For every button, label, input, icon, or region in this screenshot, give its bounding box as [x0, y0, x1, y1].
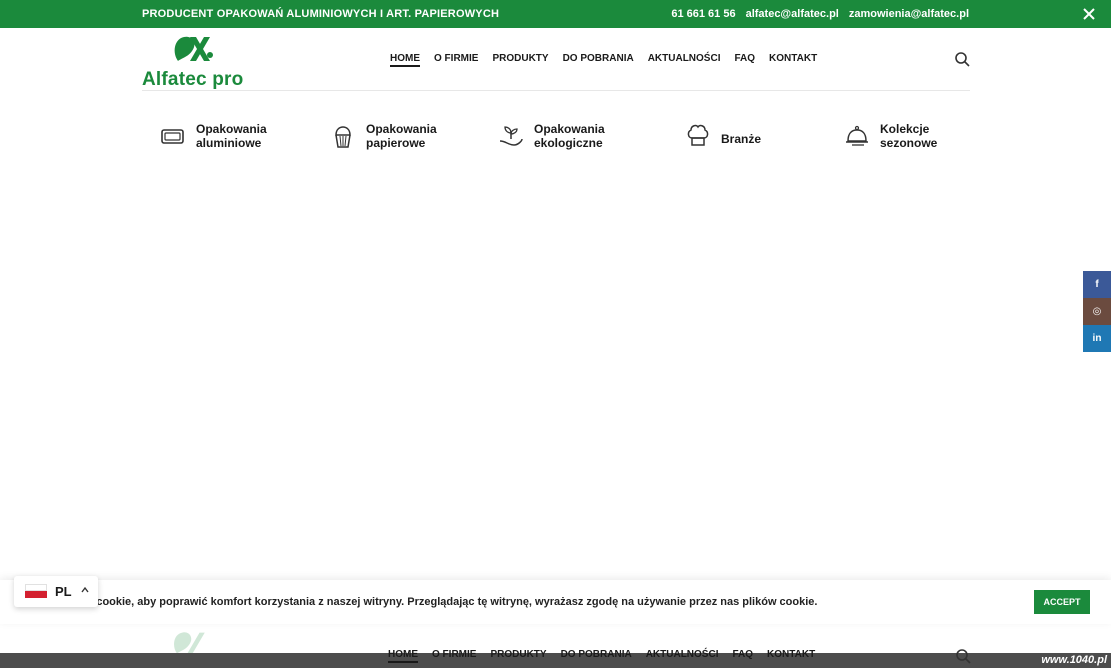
cloche-icon: [844, 123, 870, 149]
accept-button[interactable]: ACCEPT: [1034, 590, 1090, 614]
language-switcher[interactable]: PL: [14, 576, 98, 607]
nav-faq[interactable]: FAQ: [734, 53, 755, 64]
category-papierowe[interactable]: Opakowania papierowe: [330, 122, 437, 150]
nav-home[interactable]: HOME: [390, 53, 420, 64]
cookie-bar: ów cookie, aby poprawić komfort korzysta…: [0, 580, 1111, 624]
nav-do-pobrania[interactable]: DO POBRANIA: [563, 53, 634, 64]
category-label: Opakowania ekologiczne: [534, 122, 605, 150]
facebook-icon[interactable]: f: [1083, 271, 1111, 298]
nav-o-firmie[interactable]: O FIRMIE: [434, 53, 478, 64]
email-link[interactable]: alfatec@alfatec.pl: [746, 8, 839, 20]
linkedin-icon[interactable]: in: [1083, 325, 1111, 352]
top-bar-tagline: PRODUCENT OPAKOWAŃ ALUMINIOWYCH I ART. P…: [142, 8, 500, 20]
top-bar: PRODUCENT OPAKOWAŃ ALUMINIOWYCH I ART. P…: [0, 0, 1111, 28]
category-label: Opakowania aluminiowe: [196, 122, 267, 150]
nav-aktualnosci[interactable]: AKTUALNOŚCI: [646, 649, 719, 660]
plant-hand-icon: [498, 123, 524, 149]
sticky-nav: HOME O FIRMIE PRODUKTY DO POBRANIA AKTUA…: [388, 649, 815, 660]
category-aluminiowe[interactable]: Opakowania aluminiowe: [160, 122, 267, 150]
watermark: www.1040.pl: [1041, 654, 1107, 666]
phone-link[interactable]: 61 661 61 56: [671, 8, 735, 20]
site-header: Alfatec pro HOME O FIRMIE PRODUKTY DO PO…: [142, 28, 970, 91]
nav-o-firmie[interactable]: O FIRMIE: [432, 649, 476, 660]
category-row: Opakowania aluminiowe Opakowania papierowe…: [160, 120, 960, 160]
logo[interactable]: Alfatec pro: [142, 31, 250, 90]
nav-kontakt[interactable]: KONTAKT: [769, 53, 817, 64]
chevron-up-icon: [81, 586, 89, 593]
nav-produkty[interactable]: PRODUKTY: [492, 53, 548, 64]
category-label: Kolekcje sezonowe: [880, 122, 938, 150]
nav-home[interactable]: HOME: [388, 649, 418, 660]
logo-text: Alfatec pro: [142, 69, 244, 90]
logo-mark-icon: [174, 36, 213, 61]
category-label: Opakowania papierowe: [366, 122, 437, 150]
language-code: PL: [55, 584, 72, 599]
search-icon[interactable]: [955, 648, 971, 664]
poland-flag-icon: [25, 584, 47, 598]
cookie-text: ów cookie, aby poprawić komfort korzysta…: [78, 596, 818, 608]
tray-icon: [160, 123, 186, 149]
nav-do-pobrania[interactable]: DO POBRANIA: [561, 649, 632, 660]
category-label: Branże: [721, 131, 762, 146]
nav-faq[interactable]: FAQ: [732, 649, 753, 660]
close-icon[interactable]: [1079, 4, 1099, 24]
category-ekologiczne[interactable]: Opakowania ekologiczne: [498, 122, 605, 150]
category-branze[interactable]: Branże: [685, 122, 761, 148]
instagram-icon[interactable]: ◎: [1083, 298, 1111, 325]
nav-aktualnosci[interactable]: AKTUALNOŚCI: [648, 53, 721, 64]
orders-email-link[interactable]: zamowienia@alfatec.pl: [849, 8, 969, 20]
nav-kontakt[interactable]: KONTAKT: [767, 649, 815, 660]
main-nav: HOME O FIRMIE PRODUKTY DO POBRANIA AKTUA…: [390, 53, 817, 64]
chef-hat-icon: [685, 122, 711, 148]
sticky-header-ghost: HOME O FIRMIE PRODUKTY DO POBRANIA AKTUA…: [0, 624, 1111, 668]
nav-produkty[interactable]: PRODUKTY: [490, 649, 546, 660]
social-sidebar: f ◎ in: [1083, 271, 1111, 353]
search-icon[interactable]: [954, 51, 970, 67]
cupcake-icon: [330, 123, 356, 149]
top-bar-contacts: 61 661 61 56 alfatec@alfatec.pl zamowien…: [671, 8, 969, 20]
category-kolekcje[interactable]: Kolekcje sezonowe: [844, 122, 937, 150]
